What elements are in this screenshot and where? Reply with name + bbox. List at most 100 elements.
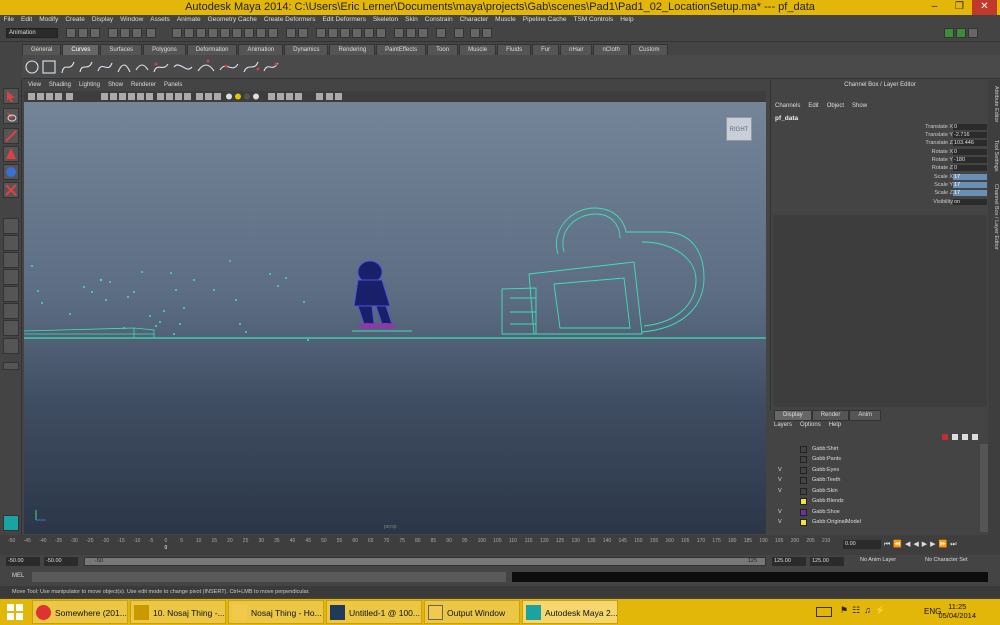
taskbar-item-folder[interactable]: Nosaj Thing - Ho... [228, 600, 324, 624]
command-input[interactable] [32, 572, 506, 582]
menu-edit[interactable]: Edit [17, 15, 35, 25]
menu-muscle[interactable]: Muscle [492, 15, 520, 25]
hypershade-icon[interactable] [436, 28, 446, 38]
layer-row[interactable]: V Gabb:OriginalModel [774, 518, 976, 528]
new-scene-icon[interactable] [66, 28, 76, 38]
select-component-icon[interactable] [132, 28, 142, 38]
four-pane-layout-icon[interactable] [3, 235, 19, 251]
construction-history-icon[interactable] [376, 28, 386, 38]
minimize-button[interactable]: – [922, 0, 947, 15]
character-set-dropdown[interactable]: No Character Set [925, 557, 968, 563]
taskbar-item-maya[interactable]: Autodesk Maya 2... [522, 600, 618, 624]
menu-assets[interactable]: Assets [147, 15, 174, 25]
menu-skeleton[interactable]: Skeleton [369, 15, 401, 25]
panel-menu-shading[interactable]: Shading [45, 80, 75, 91]
tab-render-layers[interactable]: Render [811, 410, 850, 421]
select-tool-icon[interactable] [3, 88, 19, 104]
channel-row[interactable]: Translate Z 103.446 [871, 140, 987, 148]
playback-end-field[interactable]: 125.00 [772, 557, 806, 566]
cb-menu-channels[interactable]: Channels [771, 103, 804, 109]
menu-tsm-controls[interactable]: TSM Controls [570, 15, 617, 25]
menu-window[interactable]: Window [117, 15, 147, 25]
pick-mask-all-icon[interactable] [268, 28, 278, 38]
show-tool-settings-icon[interactable] [956, 28, 966, 38]
channel-row[interactable]: Translate X0 [871, 124, 987, 132]
channel-row[interactable]: Translate Y -2.716 [871, 132, 987, 140]
render-settings-icon[interactable] [418, 28, 428, 38]
layer-row[interactable]: Gabb:Blendz [774, 497, 976, 507]
open-scene-icon[interactable] [78, 28, 88, 38]
layer-row[interactable]: V Gabb:Eyes [774, 466, 976, 476]
clock[interactable]: 11:25 05/04/2014 [938, 602, 976, 620]
end-time-field[interactable]: 125.00 [810, 557, 844, 566]
panel-menu-renderer[interactable]: Renderer [127, 80, 160, 91]
paint-select-tool-icon[interactable] [3, 128, 19, 144]
channel-row[interactable]: Rotate X0 [871, 149, 987, 157]
pick-mask-curves-icon[interactable] [196, 28, 206, 38]
mel-label[interactable]: MEL [12, 573, 24, 579]
channel-value[interactable]: 17 [953, 190, 987, 196]
channel-value[interactable]: 17 [953, 174, 987, 180]
taskbar-item-chrome[interactable]: Somewhere (201... [32, 600, 128, 624]
close-button[interactable]: ✕ [972, 0, 997, 15]
lasso-tool-icon[interactable] [3, 108, 19, 124]
tab-display-layers[interactable]: Display [774, 410, 812, 421]
pick-mask-surfaces-icon[interactable] [208, 28, 218, 38]
layer-create-buttons[interactable] [940, 433, 984, 441]
channel-row[interactable]: Scale X 17 [871, 174, 987, 182]
persp-hypergraph-layout-icon[interactable] [3, 320, 19, 336]
scale-tool-icon[interactable] [3, 182, 19, 198]
current-time-marker[interactable]: 0 [165, 545, 168, 551]
output-window-icon[interactable] [482, 28, 492, 38]
channel-value[interactable]: 0 [953, 124, 987, 130]
pick-mask-dynamics-icon[interactable] [232, 28, 242, 38]
pick-mask-misc-icon[interactable] [256, 28, 266, 38]
cb-menu-edit[interactable]: Edit [804, 103, 822, 109]
make-live-icon[interactable] [340, 28, 350, 38]
menu-display[interactable]: Display [88, 15, 116, 25]
viewcube[interactable]: RIGHT [726, 117, 752, 141]
channel-value[interactable]: 0 [953, 149, 987, 155]
channel-row[interactable]: Rotate Z0 [871, 165, 987, 173]
layer-row[interactable]: Gabb:Shirt [774, 445, 976, 455]
cb-menu-show[interactable]: Show [848, 103, 871, 109]
playback-start-field[interactable]: -50.00 [44, 557, 78, 566]
maximize-button[interactable]: ❐ [947, 0, 972, 15]
taskbar-item-photoshop[interactable]: Untitled-1 @ 100... [326, 600, 422, 624]
hypershade-layout-icon[interactable] [3, 303, 19, 319]
snap-grid-icon[interactable] [286, 28, 296, 38]
panel-menu-panels[interactable]: Panels [160, 80, 186, 91]
le-menu-layers[interactable]: Layers [774, 422, 800, 428]
pick-mask-handles-icon[interactable] [172, 28, 182, 38]
layer-row[interactable]: V Gabb:Skin [774, 487, 976, 497]
show-attribute-editor-icon[interactable] [944, 28, 954, 38]
channel-value[interactable]: 17 [953, 182, 987, 188]
tray-icons[interactable]: ⚑☷♫⚡ [840, 605, 890, 616]
menu-file[interactable]: File [0, 15, 17, 25]
menu-create[interactable]: Create [62, 15, 89, 25]
panel-menu-lighting[interactable]: Lighting [75, 80, 104, 91]
panel-menu-view[interactable]: View [24, 80, 45, 91]
single-pane-layout-icon[interactable] [3, 218, 19, 234]
taskbar-item-output-window[interactable]: Output Window [424, 600, 520, 624]
anim-layer-dropdown[interactable]: No Anim Layer [860, 557, 896, 563]
layer-row[interactable]: Gabb:Pants [774, 455, 976, 465]
snap-view-plane-icon[interactable] [328, 28, 338, 38]
start-time-field[interactable]: -50.00 [6, 557, 40, 566]
menu-set-dropdown[interactable]: Animation [6, 28, 58, 38]
menu-geometry-cache[interactable]: Geometry Cache [204, 15, 260, 25]
select-hierarchy-icon[interactable] [108, 28, 118, 38]
channel-row[interactable]: Scale Z 17 [871, 190, 987, 198]
channel-row[interactable]: Scale Y 17 [871, 182, 987, 190]
windows-start-icon[interactable] [6, 603, 24, 621]
menu-skin[interactable]: Skin [402, 15, 422, 25]
panel-menu-show[interactable]: Show [104, 80, 127, 91]
move-tool-icon[interactable] [3, 146, 19, 162]
layer-row[interactable]: V Gabb:Shoe [774, 508, 976, 518]
channel-value[interactable]: 103.446 [953, 140, 987, 146]
history-input-icon[interactable] [352, 28, 362, 38]
layout-options-icon[interactable] [3, 362, 19, 370]
history-output-icon[interactable] [364, 28, 374, 38]
range-bar[interactable]: -50 125 [84, 557, 766, 566]
show-channel-box-icon[interactable] [968, 28, 978, 38]
